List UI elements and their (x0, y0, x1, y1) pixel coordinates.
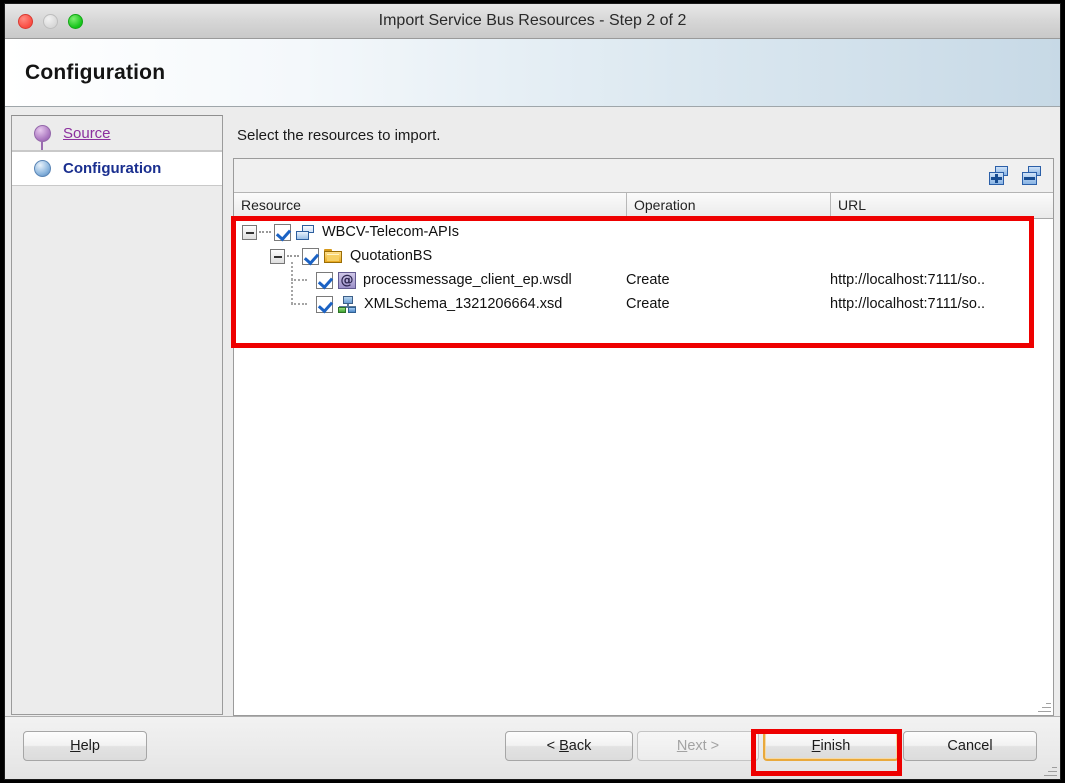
table-row[interactable]: XMLSchema_1321206664.xsd Create http://l… (234, 274, 1053, 316)
sidebar-item-source[interactable]: Source (12, 116, 222, 151)
wizard-navigator: Source Configuration (11, 115, 223, 715)
back-label: ack (568, 738, 592, 754)
row-checkbox[interactable] (316, 295, 333, 313)
select-all-button[interactable] (987, 164, 1013, 188)
tree-guide-line (291, 279, 307, 281)
instruction-text: Select the resources to import. (237, 127, 441, 144)
cancel-label: Cancel (947, 738, 993, 754)
finish-label: inish (820, 738, 851, 754)
next-label: ext > (687, 738, 720, 754)
resource-name: WBCV-Telecom-APIs (322, 224, 459, 240)
deselect-all-button[interactable] (1020, 164, 1046, 188)
main-content: Select the resources to import. Resource… (233, 115, 1054, 716)
row-checkbox[interactable] (316, 271, 333, 289)
back-mnemonic: B (559, 738, 569, 754)
sidebar-item-label: Source (63, 124, 111, 142)
finish-button[interactable]: Finish (763, 731, 899, 761)
window-resize-grip[interactable] (1043, 763, 1057, 777)
resource-tree[interactable]: WBCV-Telecom-APIs QuotationBS @ processm… (234, 220, 1053, 715)
collapse-toggle-icon[interactable] (270, 248, 285, 264)
column-header-url[interactable]: URL (831, 197, 866, 219)
resource-name: XMLSchema_1321206664.xsd (364, 296, 563, 312)
wsdl-at-icon: @ (338, 271, 356, 289)
folder-icon (324, 248, 343, 265)
collapse-toggle-icon[interactable] (242, 224, 257, 240)
back-button[interactable]: < Back (505, 731, 633, 761)
xml-schema-icon (338, 295, 357, 313)
help-mnemonic: H (70, 738, 81, 754)
finish-mnemonic: F (811, 738, 821, 754)
page-title: Configuration (25, 61, 166, 84)
step-bullet-icon (34, 124, 51, 142)
column-header-resource[interactable]: Resource (234, 197, 626, 219)
table-row[interactable]: @ processmessage_client_ep.wsdl Create h… (234, 262, 1053, 292)
resource-name: processmessage_client_ep.wsdl (363, 272, 572, 288)
resource-table-panel: Resource Operation URL WBCV-Telecom-APIs… (233, 158, 1054, 716)
table-toolbar (234, 159, 1053, 193)
cancel-button[interactable]: Cancel (903, 731, 1037, 761)
row-checkbox[interactable] (274, 223, 291, 241)
table-row[interactable]: WBCV-Telecom-APIs (234, 220, 1053, 244)
operation-value: Create (626, 272, 670, 288)
next-button: Next > (637, 731, 759, 761)
row-checkbox[interactable] (302, 247, 319, 265)
column-header-operation[interactable]: Operation (627, 197, 830, 219)
tree-guide-line (291, 303, 307, 305)
title-bar: Import Service Bus Resources - Step 2 of… (5, 4, 1060, 39)
url-value: http://localhost:7111/so.. (830, 296, 986, 312)
wizard-header: Configuration (5, 39, 1060, 107)
tree-guide-line (287, 255, 299, 257)
tree-guide-line (259, 231, 271, 233)
table-row[interactable]: QuotationBS (234, 244, 1053, 268)
url-value: http://localhost:7111/so.. (830, 272, 986, 288)
operation-value: Create (626, 296, 670, 312)
resource-name: QuotationBS (350, 248, 433, 264)
step-bullet-icon (34, 160, 51, 177)
back-prefix: < (546, 738, 560, 754)
table-column-header: Resource Operation URL (234, 193, 1053, 219)
sidebar-item-configuration[interactable]: Configuration (12, 151, 222, 186)
resize-grip[interactable] (1037, 699, 1051, 713)
button-bar: Help < Back Next > Finish Cancel (5, 716, 1060, 779)
help-label: elp (80, 738, 100, 754)
help-button[interactable]: Help (23, 731, 147, 761)
application-icon (296, 224, 315, 241)
sidebar-item-label: Configuration (63, 160, 162, 177)
tree-guide-line (291, 274, 293, 304)
window-title: Import Service Bus Resources - Step 2 of… (378, 12, 687, 29)
dialog-body: Source Configuration Select the resource… (5, 107, 1060, 716)
dialog-window: Import Service Bus Resources - Step 2 of… (4, 3, 1061, 780)
next-mnemonic: N (676, 738, 688, 754)
